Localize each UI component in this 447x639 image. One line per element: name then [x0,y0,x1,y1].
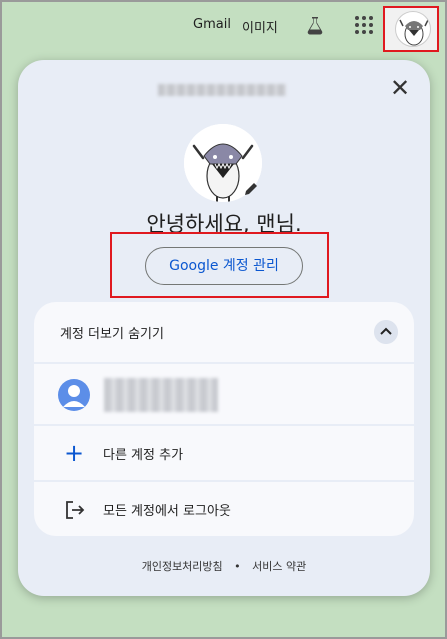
accounts-list: 계정 더보기 숨기기 + 다른 계정 추가 모든 계정에서 로그아웃 [34,302,414,536]
other-account-item[interactable] [34,364,414,424]
sign-out-all-label: 모든 계정에서 로그아웃 [103,504,231,519]
avatar [395,11,431,47]
close-icon[interactable]: ✕ [388,76,412,100]
apps-grid-icon[interactable] [354,15,374,35]
account-avatar-button[interactable] [383,6,439,52]
account-email-redacted [158,84,286,96]
person-icon [58,379,90,411]
plus-icon: + [64,439,85,467]
logout-icon [66,501,85,519]
sign-out-all-button[interactable]: 모든 계정에서 로그아웃 [34,482,414,536]
edit-photo-icon[interactable] [242,180,260,198]
more-accounts-label: 계정 더보기 숨기기 [60,327,164,342]
chevron-up-icon[interactable] [374,320,398,344]
account-menu-card: ✕ 안녕하세요, 맨님. Google 계정 관리 계정 더보기 숨기기 + 다… [18,60,430,596]
account-info-redacted [104,378,218,412]
add-account-label: 다른 계정 추가 [103,448,184,463]
gmail-link[interactable]: Gmail [193,17,231,32]
footer-separator: • [234,560,241,573]
more-accounts-toggle[interactable]: 계정 더보기 숨기기 [34,302,414,362]
manage-google-account-button[interactable]: Google 계정 관리 [145,247,303,285]
top-bar: Gmail 이미지 [0,0,447,56]
footer-links: 개인정보처리방침 • 서비스 약관 [18,558,430,574]
flask-icon[interactable] [303,14,327,38]
add-account-button[interactable]: + 다른 계정 추가 [34,426,414,480]
privacy-policy-link[interactable]: 개인정보처리방침 [142,560,223,573]
images-link[interactable]: 이미지 [242,17,278,36]
terms-of-service-link[interactable]: 서비스 약관 [252,560,306,573]
